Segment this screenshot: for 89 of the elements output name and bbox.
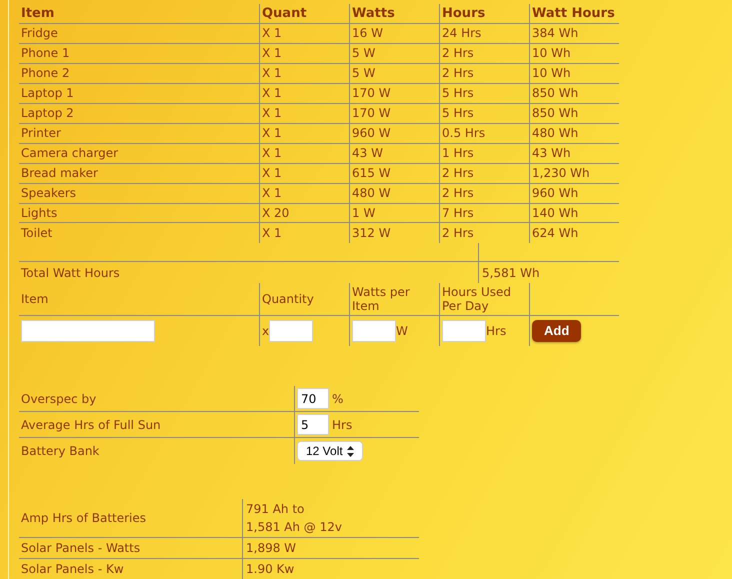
table-cell-text: 170 W bbox=[351, 85, 391, 102]
table-cell-text: 43 W bbox=[351, 145, 383, 162]
table-cell-text: Phone 1 bbox=[20, 45, 70, 62]
result-label: Amp Hrs of Batteries bbox=[20, 510, 146, 527]
item-input[interactable] bbox=[21, 320, 155, 342]
table-cell-text: 960 W bbox=[351, 125, 391, 142]
table-cell-text: 384 Wh bbox=[531, 25, 578, 42]
table-cell-text: 5 W bbox=[351, 45, 376, 62]
table-cell-text: Bread maker bbox=[20, 165, 98, 182]
hours-unit: Hrs bbox=[486, 323, 506, 340]
column-header: Quant bbox=[261, 4, 307, 23]
table-cell-text: 624 Wh bbox=[531, 225, 578, 242]
table-cell-text: 2 Hrs bbox=[441, 185, 474, 202]
table-cell-text: 312 W bbox=[351, 225, 391, 242]
table-cell-text: X 1 bbox=[261, 125, 282, 142]
watts-input[interactable] bbox=[352, 320, 396, 342]
total-label: Total Watt Hours bbox=[20, 264, 121, 282]
quantity-prefix: x bbox=[262, 323, 270, 340]
result-value: 1,898 W bbox=[246, 540, 296, 557]
setting-input[interactable]: 5 bbox=[297, 414, 329, 436]
table-cell-text: 7 Hrs bbox=[441, 205, 474, 222]
table-cell-text: 2 Hrs bbox=[441, 225, 474, 242]
column-header: Watts per Item bbox=[351, 285, 411, 314]
table-cell-text: X 1 bbox=[261, 25, 282, 42]
hours-input[interactable] bbox=[442, 320, 486, 342]
table-cell-text: 480 W bbox=[351, 185, 391, 202]
table-cell-text: 2 Hrs bbox=[441, 45, 474, 62]
result-value: 791 Ah to 1,581 Ah @ 12v bbox=[246, 501, 342, 536]
table-cell-text: X 1 bbox=[261, 85, 282, 102]
table-cell-text: 16 W bbox=[351, 25, 383, 42]
table-cell-text: X 1 bbox=[261, 105, 282, 122]
table-cell-text: 1,230 Wh bbox=[531, 165, 590, 182]
quantity-input[interactable] bbox=[269, 320, 314, 342]
setting-unit: Hrs bbox=[332, 416, 352, 434]
table-cell-text: Toilet bbox=[20, 225, 52, 242]
add-button[interactable]: Add bbox=[532, 320, 582, 342]
table-cell-text: X 1 bbox=[261, 45, 282, 62]
column-header: Quantity bbox=[261, 292, 314, 306]
table-cell-text: 615 W bbox=[351, 165, 391, 182]
table-cell-text: Camera charger bbox=[20, 145, 118, 162]
table-cell-text: 140 Wh bbox=[531, 205, 578, 222]
column-header: Watts bbox=[351, 4, 395, 23]
table-cell-text: 5 Hrs bbox=[441, 105, 474, 122]
column-header: Item bbox=[20, 4, 54, 23]
table-cell-text: Printer bbox=[20, 125, 61, 142]
table-cell-text: 480 Wh bbox=[531, 125, 578, 142]
updown-arrows-icon bbox=[346, 446, 354, 457]
table-cell-text: Fridge bbox=[20, 25, 58, 42]
table-cell-text: X 1 bbox=[261, 185, 282, 202]
table-cell-text: X 1 bbox=[261, 65, 282, 82]
table-cell-text: X 1 bbox=[261, 225, 282, 242]
table-cell-text: 5 W bbox=[351, 65, 376, 82]
watts-unit: W bbox=[396, 323, 408, 340]
table-cell-text: 1 Hrs bbox=[441, 145, 474, 162]
table-cell-text: 5 Hrs bbox=[441, 85, 474, 102]
table-cell-text: 10 Wh bbox=[531, 45, 571, 62]
table-cell-text: 850 Wh bbox=[531, 105, 578, 122]
table-cell-text: 850 Wh bbox=[531, 85, 578, 102]
column-header: Hours bbox=[441, 4, 486, 23]
setting-input[interactable]: 70 bbox=[297, 388, 329, 410]
table-cell-text: 24 Hrs bbox=[441, 25, 482, 42]
table-cell-text: 10 Wh bbox=[531, 65, 571, 82]
table-cell-text: X 1 bbox=[261, 145, 282, 162]
result-value: 1.90 Kw bbox=[246, 561, 294, 578]
setting-label: Battery Bank bbox=[20, 443, 100, 460]
table-cell-text: 170 W bbox=[351, 105, 391, 122]
table-cell-text: Speakers bbox=[20, 185, 76, 202]
setting-unit: % bbox=[332, 390, 344, 408]
table-cell-text: X 1 bbox=[261, 165, 282, 182]
column-header: Hours Used Per Day bbox=[441, 285, 512, 314]
result-label: Solar Panels - Watts bbox=[20, 540, 140, 557]
table-cell-text: 43 Wh bbox=[531, 145, 571, 162]
table-cell-text: Laptop 2 bbox=[20, 105, 74, 122]
table-cell-text: X 20 bbox=[261, 205, 290, 222]
setting-label: Average Hrs of Full Sun bbox=[20, 416, 161, 434]
table-cell-text: 1 W bbox=[351, 205, 376, 222]
setting-label: Overspec by bbox=[20, 390, 96, 408]
table-cell-text: 960 Wh bbox=[531, 185, 578, 202]
battery-select[interactable]: 12 Volt bbox=[297, 441, 363, 462]
table-cell-text: Laptop 1 bbox=[20, 85, 74, 102]
total-value: 5,581 Wh bbox=[481, 264, 540, 282]
table-cell-text: 2 Hrs bbox=[441, 165, 474, 182]
table-cell-text: 2 Hrs bbox=[441, 65, 474, 82]
table-cell-text: Lights bbox=[20, 205, 58, 222]
column-header: Item bbox=[20, 292, 48, 306]
table-cell-text: Phone 2 bbox=[20, 65, 70, 82]
table-cell-text: 0.5 Hrs bbox=[441, 125, 486, 142]
result-label: Solar Panels - Kw bbox=[20, 561, 124, 578]
column-header: Watt Hours bbox=[531, 4, 615, 23]
